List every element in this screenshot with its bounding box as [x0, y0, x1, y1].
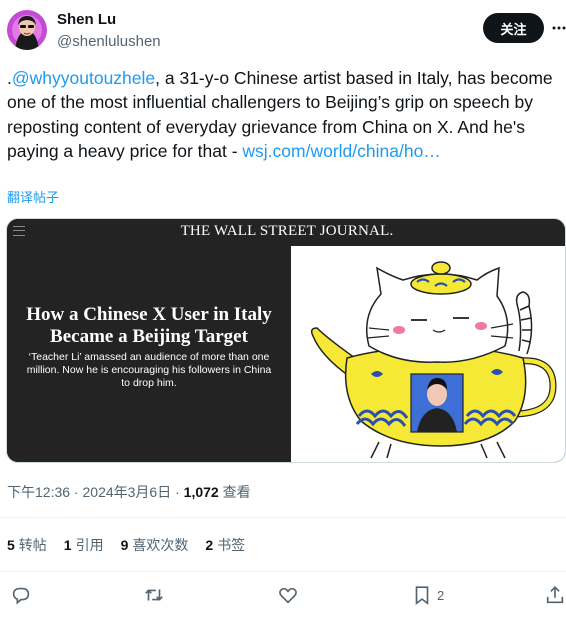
stat-label: 书签	[217, 537, 246, 553]
engagement-stats: 5 转帖 1 引用 9 喜欢次数 2 书签	[7, 535, 262, 555]
meta-separator: ·	[70, 484, 83, 500]
stat-count: 2	[205, 537, 214, 553]
masthead: THE WALL STREET JOURNAL.	[180, 223, 394, 239]
mention-link[interactable]: @whyyoutouzhele	[12, 68, 155, 88]
more-icon[interactable]	[552, 19, 566, 37]
stat-label: 喜欢次数	[132, 537, 189, 553]
author-handle[interactable]: @shenlulushen	[57, 33, 161, 50]
card-masthead-bar: THE WALL STREET JOURNAL.	[7, 219, 565, 246]
divider	[0, 571, 566, 572]
bookmark-icon[interactable]	[411, 584, 433, 606]
stat-reposts[interactable]: 5 转帖	[7, 535, 47, 555]
card-illustration	[291, 246, 565, 462]
meta-separator: ·	[171, 484, 184, 500]
translate-post-link[interactable]: 翻译帖子	[7, 187, 59, 206]
retweet-icon[interactable]	[143, 584, 165, 606]
teapot-cat-illustration	[310, 261, 557, 459]
views-count: 1,072	[183, 484, 219, 500]
stat-bookmarks[interactable]: 2 书签	[205, 535, 245, 555]
stat-likes[interactable]: 9 喜欢次数	[121, 535, 189, 555]
tweet-meta: 下午12:36 · 2024年3月6日 · 1,072 查看	[7, 482, 251, 502]
avatar[interactable]	[7, 10, 47, 50]
card-headline: How a Chinese X User in Italy Became a B…	[26, 304, 272, 347]
divider	[0, 517, 566, 518]
article-card[interactable]: THE WALL STREET JOURNAL. How a Chinese X…	[6, 218, 566, 463]
tweet-time[interactable]: 下午12:36	[7, 484, 70, 500]
views-label: 查看	[218, 484, 251, 500]
stat-count: 5	[7, 537, 15, 553]
tweet-date[interactable]: 2024年3月6日	[83, 484, 172, 500]
stat-count: 9	[120, 537, 129, 553]
stat-label: 引用	[75, 537, 104, 553]
card-dek: ‘Teacher Li’ amassed an audience of more…	[26, 351, 272, 389]
follow-button[interactable]: 关注	[483, 13, 544, 43]
article-link[interactable]: wsj.com/world/china/ho…	[242, 141, 440, 161]
stat-quotes[interactable]: 1 引用	[64, 535, 104, 555]
stat-label: 转帖	[18, 537, 47, 553]
reply-icon[interactable]	[10, 584, 32, 606]
bookmark-count: 2	[437, 588, 445, 603]
like-icon[interactable]	[277, 584, 299, 606]
share-icon[interactable]	[544, 584, 566, 606]
card-headline-panel: How a Chinese X User in Italy Became a B…	[7, 246, 291, 462]
author-name[interactable]: Shen Lu	[57, 11, 116, 28]
tweet-text: .@whyyoutouzhele, a 31-y-o Chinese artis…	[7, 66, 559, 164]
stat-count: 1	[63, 537, 72, 553]
